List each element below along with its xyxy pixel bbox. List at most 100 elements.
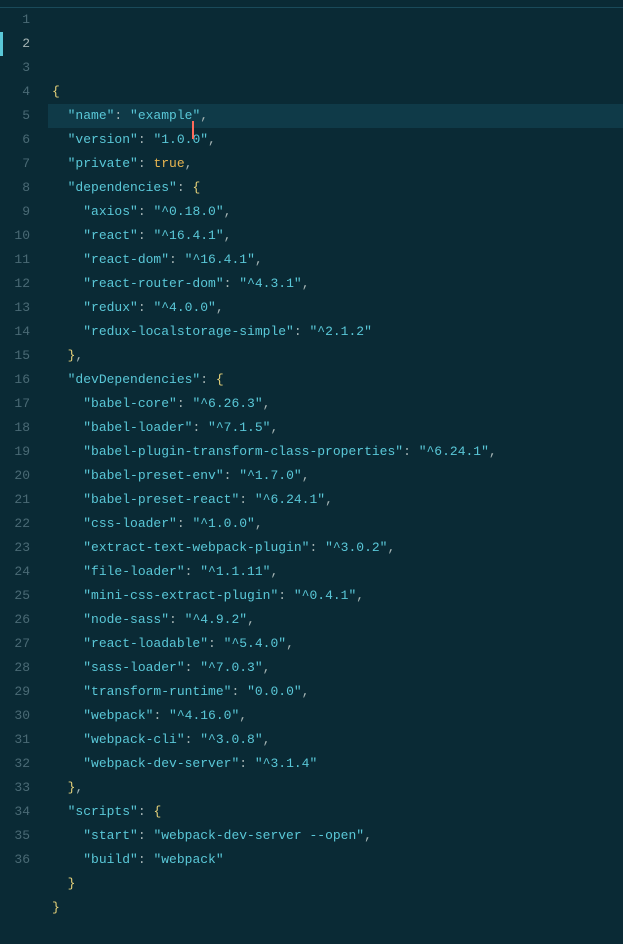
json-punct: , [302,468,310,483]
json-string: "^6.24.1" [255,492,325,507]
json-punct: : [200,372,216,387]
json-string: "^1.0.0" [192,516,254,531]
code-line[interactable]: "build": "webpack" [48,848,623,872]
line-number: 26 [0,608,30,632]
json-brace: { [216,372,224,387]
line-number: 34 [0,800,30,824]
code-line[interactable]: "redux-localstorage-simple": "^2.1.2" [48,320,623,344]
code-line[interactable]: "axios": "^0.18.0", [48,200,623,224]
json-punct: : [177,180,193,195]
json-punct: , [489,444,497,459]
line-number: 5 [0,104,30,128]
code-line[interactable]: "webpack-cli": "^3.0.8", [48,728,623,752]
line-number: 20 [0,464,30,488]
json-punct: : [169,252,185,267]
json-punct: , [224,204,232,219]
code-line[interactable]: } [48,872,623,896]
json-key: "babel-preset-env" [83,468,223,483]
code-line[interactable]: "babel-plugin-transform-class-properties… [48,440,623,464]
json-punct: : [138,804,154,819]
line-number: 31 [0,728,30,752]
json-key: "babel-plugin-transform-class-properties… [83,444,403,459]
code-line[interactable]: "dependencies": { [48,176,623,200]
line-number: 36 [0,848,30,872]
json-string: "^7.0.3" [200,660,262,675]
code-line[interactable]: "sass-loader": "^7.0.3", [48,656,623,680]
json-punct: : [294,324,310,339]
json-punct: : [224,468,240,483]
code-line[interactable]: }, [48,344,623,368]
code-line[interactable]: "babel-preset-env": "^1.7.0", [48,464,623,488]
json-string: "^0.18.0" [153,204,223,219]
code-line[interactable]: "babel-core": "^6.26.3", [48,392,623,416]
line-number: 27 [0,632,30,656]
json-string: "^1.1.11" [200,564,270,579]
json-key: "name" [68,108,115,123]
code-line[interactable]: "babel-loader": "^7.1.5", [48,416,623,440]
code-line[interactable]: "devDependencies": { [48,368,623,392]
code-line[interactable]: "babel-preset-react": "^6.24.1", [48,488,623,512]
code-line[interactable]: "version": "1.0.0", [48,128,623,152]
code-line[interactable]: { [48,80,623,104]
code-line[interactable]: "css-loader": "^1.0.0", [48,512,623,536]
json-string: "^0.4.1" [294,588,356,603]
code-area[interactable]: { "name": "example", "version": "1.0.0",… [48,8,623,861]
code-line[interactable]: "mini-css-extract-plugin": "^0.4.1", [48,584,623,608]
json-string: "^6.26.3" [192,396,262,411]
json-punct: : [138,300,154,315]
line-number: 3 [0,56,30,80]
code-line[interactable]: "name": "example", [48,104,623,128]
code-line[interactable]: "react-router-dom": "^4.3.1", [48,272,623,296]
json-punct: : [231,684,247,699]
line-number: 22 [0,512,30,536]
json-string: "^4.9.2" [185,612,247,627]
code-line[interactable]: "start": "webpack-dev-server --open", [48,824,623,848]
line-number: 14 [0,320,30,344]
line-number: 4 [0,80,30,104]
line-number: 7 [0,152,30,176]
json-punct: , [208,132,216,147]
code-line[interactable]: "file-loader": "^1.1.11", [48,560,623,584]
code-line[interactable]: "private": true, [48,152,623,176]
json-punct: , [75,780,83,795]
line-number-gutter: 1234567891011121314151617181920212223242… [0,8,48,861]
json-boolean: true [153,156,184,171]
code-editor[interactable]: 1234567891011121314151617181920212223242… [0,8,623,861]
json-key: "react-router-dom" [83,276,223,291]
code-line[interactable]: "webpack": "^4.16.0", [48,704,623,728]
code-line[interactable]: }, [48,776,623,800]
code-line[interactable]: "transform-runtime": "0.0.0", [48,680,623,704]
code-line[interactable]: "react-dom": "^16.4.1", [48,248,623,272]
json-punct: , [255,252,263,267]
code-line[interactable]: "react-loadable": "^5.4.0", [48,632,623,656]
code-line[interactable]: } [48,896,623,920]
line-number: 6 [0,128,30,152]
json-punct: : [177,396,193,411]
json-key: "private" [68,156,138,171]
json-key: "dependencies" [68,180,177,195]
json-string: "^3.0.8" [200,732,262,747]
json-string: "^6.24.1" [419,444,489,459]
json-punct: : [185,660,201,675]
line-number: 2 [0,32,30,56]
code-line[interactable]: "scripts": { [48,800,623,824]
line-number: 30 [0,704,30,728]
json-brace: { [192,180,200,195]
code-line[interactable]: "redux": "^4.0.0", [48,296,623,320]
json-punct: , [286,636,294,651]
code-line[interactable] [48,920,623,944]
json-string: "1.0.0" [153,132,208,147]
code-line[interactable]: "extract-text-webpack-plugin": "^3.0.2", [48,536,623,560]
json-punct: , [239,708,247,723]
json-punct: : [114,108,130,123]
json-key: "start" [83,828,138,843]
json-string: "^3.1.4" [255,756,317,771]
code-line[interactable]: "react": "^16.4.1", [48,224,623,248]
json-key: "transform-runtime" [83,684,231,699]
line-number: 35 [0,824,30,848]
json-brace: } [52,900,60,915]
line-number: 23 [0,536,30,560]
code-line[interactable]: "node-sass": "^4.9.2", [48,608,623,632]
json-punct: , [388,540,396,555]
code-line[interactable]: "webpack-dev-server": "^3.1.4" [48,752,623,776]
